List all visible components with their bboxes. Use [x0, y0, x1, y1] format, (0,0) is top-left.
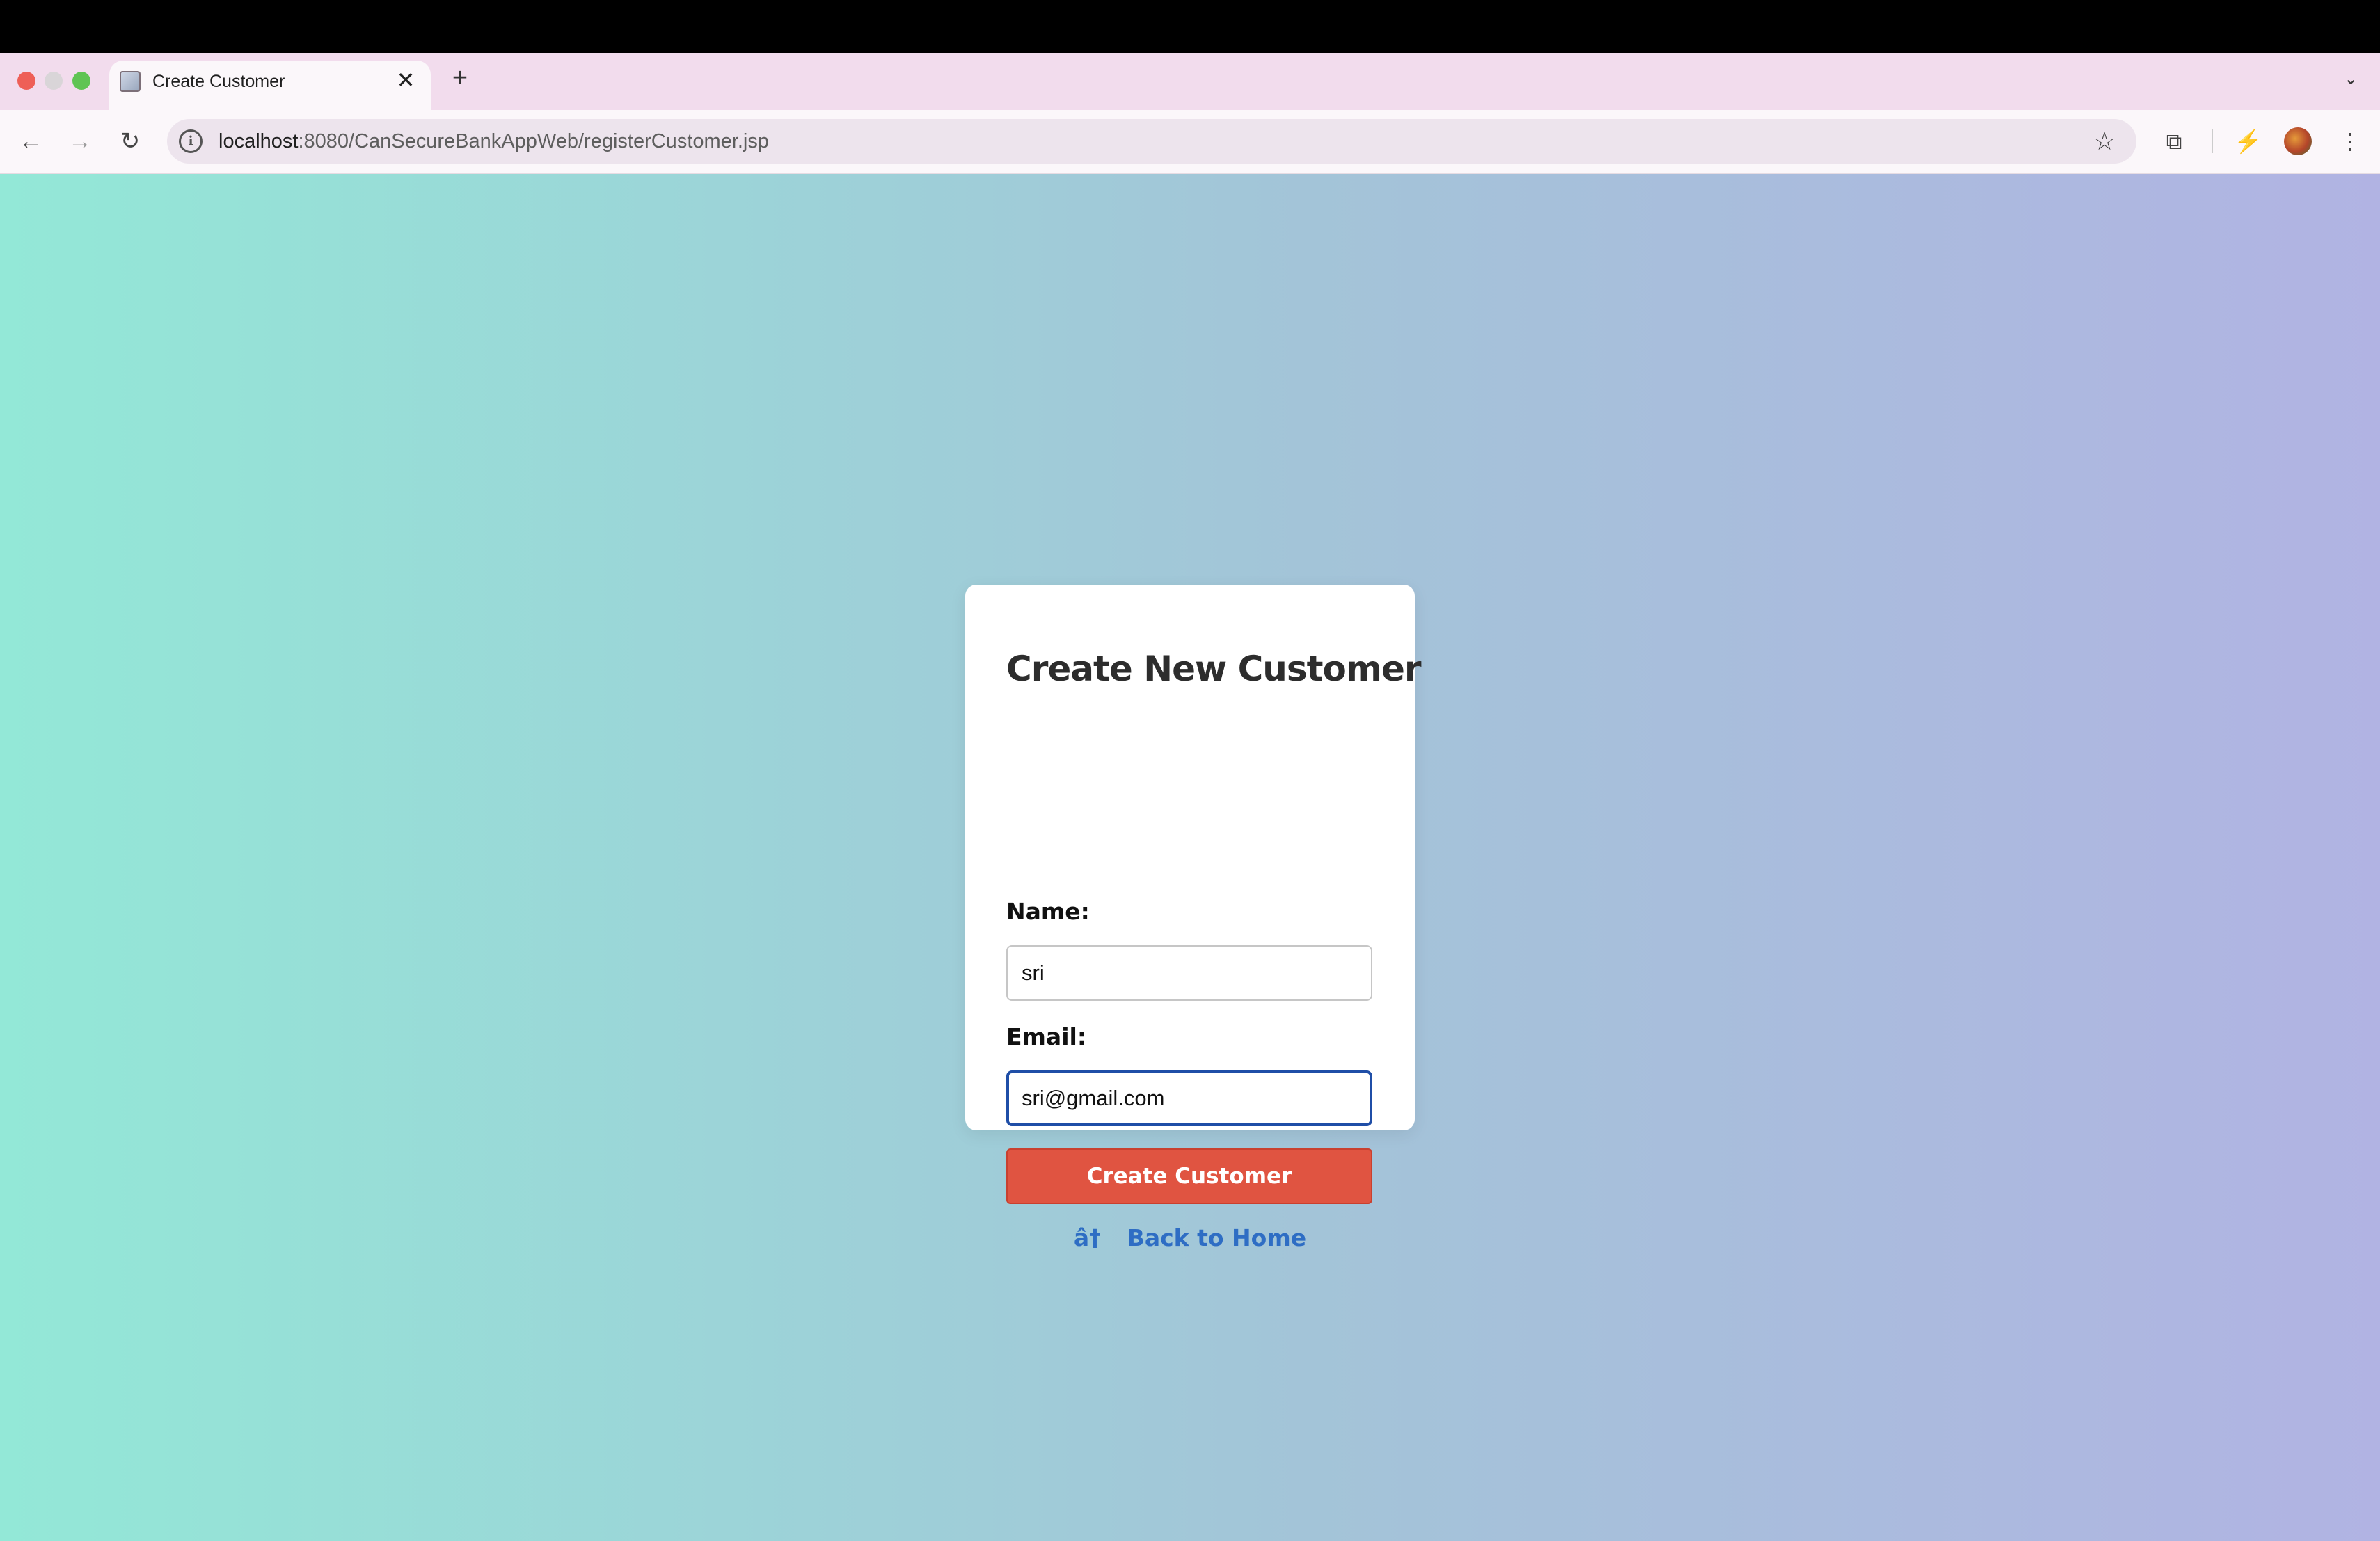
screen-top-bar	[0, 0, 2380, 53]
tab-search-chevron-icon[interactable]: ⌄	[2337, 65, 2365, 93]
tab-title: Create Customer	[152, 72, 285, 91]
tab-close-icon[interactable]: ✕	[393, 68, 418, 93]
toolbar-divider	[2212, 129, 2213, 153]
site-info-icon[interactable]: i	[179, 129, 203, 153]
name-label: Name:	[1006, 898, 1090, 925]
profile-avatar[interactable]	[2284, 127, 2312, 155]
page-background: Create New Customer Name: Email: Create …	[0, 174, 2380, 1541]
url-path: :8080/CanSecureBankAppWeb/registerCustom…	[298, 130, 769, 152]
forward-button[interactable]: →	[63, 124, 97, 159]
performance-icon[interactable]: ⚡	[2232, 125, 2264, 157]
name-input[interactable]	[1006, 945, 1372, 1001]
address-bar[interactable]: i localhost:8080/CanSecureBankAppWeb/reg…	[167, 119, 2136, 164]
close-window-button[interactable]	[17, 72, 35, 90]
email-label: Email:	[1006, 1023, 1087, 1050]
minimize-window-button[interactable]	[45, 72, 63, 90]
favicon-icon	[120, 71, 141, 92]
page-title: Create New Customer	[1006, 649, 1422, 689]
create-customer-card: Create New Customer Name: Email: Create …	[965, 585, 1422, 1251]
email-input[interactable]	[1006, 1070, 1372, 1126]
back-arrow-icon: â†	[1073, 1224, 1101, 1251]
url-host: localhost	[219, 130, 299, 152]
back-to-home-label: Back to Home	[1127, 1224, 1307, 1251]
browser-menu-icon[interactable]: ⋮	[2334, 125, 2366, 157]
create-customer-button[interactable]: Create Customer	[1006, 1148, 1372, 1204]
browser-tab[interactable]: Create Customer ✕	[109, 61, 431, 110]
maximize-window-button[interactable]	[72, 72, 90, 90]
bookmark-star-icon[interactable]: ☆	[2089, 126, 2120, 157]
back-to-home-link[interactable]: â† Back to Home	[965, 1224, 1415, 1251]
url-text[interactable]: localhost:8080/CanSecureBankAppWeb/regis…	[219, 129, 769, 154]
extensions-icon[interactable]: ⧉	[2158, 125, 2190, 157]
back-button[interactable]: ←	[13, 124, 48, 159]
reload-button[interactable]: ↻	[113, 124, 148, 159]
new-tab-button[interactable]: +	[446, 64, 474, 92]
